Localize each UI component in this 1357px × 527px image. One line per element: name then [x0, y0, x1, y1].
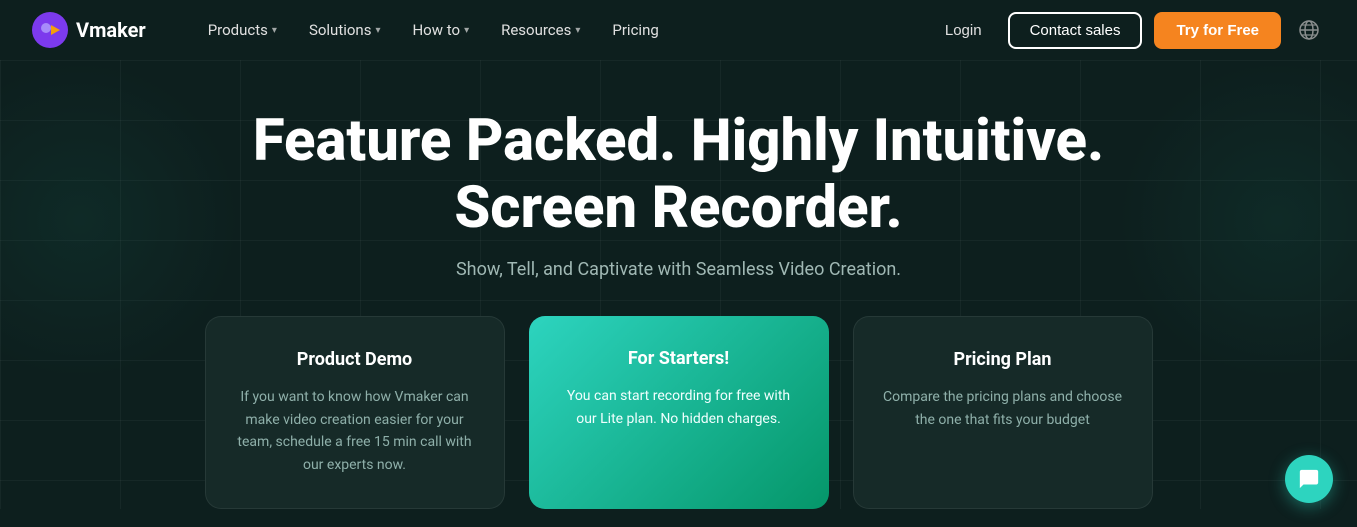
language-icon[interactable] — [1293, 14, 1325, 46]
card-product-demo-body: If you want to know how Vmaker can make … — [234, 386, 476, 476]
nav-resources[interactable]: Resources ▾ — [487, 13, 594, 47]
hero-section: Feature Packed. Highly Intuitive. Screen… — [0, 60, 1357, 509]
card-pricing-plan-title: Pricing Plan — [882, 349, 1124, 370]
navbar: Vmaker Products ▾ Solutions ▾ How to ▾ R… — [0, 0, 1357, 60]
nav-products[interactable]: Products ▾ — [194, 13, 291, 47]
hero-title: Feature Packed. Highly Intuitive. Screen… — [40, 108, 1317, 241]
logo-icon — [32, 12, 68, 48]
chevron-down-icon: ▾ — [575, 25, 580, 36]
card-pricing-plan[interactable]: Pricing Plan Compare the pricing plans a… — [853, 316, 1153, 509]
login-button[interactable]: Login — [931, 14, 996, 47]
card-for-starters-title: For Starters! — [557, 348, 801, 369]
card-product-demo-title: Product Demo — [234, 349, 476, 370]
card-pricing-plan-body: Compare the pricing plans and choose the… — [882, 386, 1124, 431]
nav-links: Products ▾ Solutions ▾ How to ▾ Resource… — [194, 13, 931, 47]
nav-actions: Login Contact sales Try for Free — [931, 12, 1325, 49]
contact-sales-button[interactable]: Contact sales — [1008, 12, 1143, 49]
chevron-down-icon: ▾ — [464, 25, 469, 36]
chevron-down-icon: ▾ — [375, 25, 380, 36]
cards-row: Product Demo If you want to know how Vma… — [40, 280, 1317, 509]
card-product-demo[interactable]: Product Demo If you want to know how Vma… — [205, 316, 505, 509]
logo-text: Vmaker — [76, 18, 146, 42]
card-for-starters-body: You can start recording for free with ou… — [557, 385, 801, 430]
card-for-starters[interactable]: For Starters! You can start recording fo… — [529, 316, 829, 509]
nav-pricing[interactable]: Pricing — [598, 13, 672, 47]
nav-how-to[interactable]: How to ▾ — [398, 13, 483, 47]
hero-subtitle: Show, Tell, and Captivate with Seamless … — [40, 259, 1317, 280]
try-for-free-button[interactable]: Try for Free — [1154, 12, 1281, 49]
nav-solutions[interactable]: Solutions ▾ — [295, 13, 395, 47]
logo[interactable]: Vmaker — [32, 12, 146, 48]
chevron-down-icon: ▾ — [272, 25, 277, 36]
